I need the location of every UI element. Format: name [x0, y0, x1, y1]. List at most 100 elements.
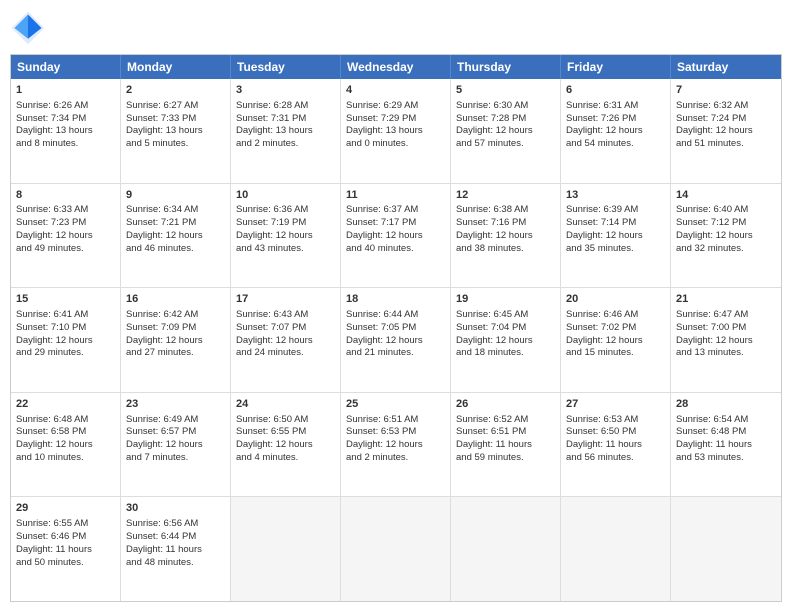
- header: [10, 10, 782, 46]
- empty-cell: [451, 497, 561, 601]
- day-number: 23: [126, 397, 225, 412]
- calendar-row-3: 22 Sunrise: 6:48 AM Sunset: 6:58 PM Dayli…: [11, 392, 781, 497]
- day-number: 20: [566, 292, 665, 307]
- day-number: 8: [16, 188, 115, 203]
- day-info: Sunrise: 6:44 AM Sunset: 7:05 PM Dayligh…: [346, 309, 445, 360]
- day-number: 9: [126, 188, 225, 203]
- day-number: 28: [676, 397, 776, 412]
- day-cell-4: 4 Sunrise: 6:29 AM Sunset: 7:29 PM Daylig…: [341, 79, 451, 183]
- day-number: 26: [456, 397, 555, 412]
- day-info: Sunrise: 6:29 AM Sunset: 7:29 PM Dayligh…: [346, 100, 445, 151]
- day-cell-13: 13Sunrise: 6:39 AM Sunset: 7:14 PM Dayli…: [561, 184, 671, 288]
- day-number: 6: [566, 83, 665, 98]
- day-info: Sunrise: 6:28 AM Sunset: 7:31 PM Dayligh…: [236, 100, 335, 151]
- calendar-row-4: 29 Sunrise: 6:55 AM Sunset: 6:46 PM Dayli…: [11, 496, 781, 601]
- day-cell-24: 24Sunrise: 6:50 AM Sunset: 6:55 PM Dayli…: [231, 393, 341, 497]
- header-day-friday: Friday: [561, 55, 671, 79]
- day-cell-18: 18 Sunrise: 6:44 AM Sunset: 7:05 PM Dayli…: [341, 288, 451, 392]
- empty-cell: [561, 497, 671, 601]
- day-cell-19: 19 Sunrise: 6:45 AM Sunset: 7:04 PM Dayli…: [451, 288, 561, 392]
- day-cell-8: 8Sunrise: 6:33 AM Sunset: 7:23 PM Daylig…: [11, 184, 121, 288]
- day-cell-26: 26 Sunrise: 6:52 AM Sunset: 6:51 PM Dayli…: [451, 393, 561, 497]
- day-cell-21: 21 Sunrise: 6:47 AM Sunset: 7:00 PM Dayli…: [671, 288, 781, 392]
- day-cell-17: 17 Sunrise: 6:43 AM Sunset: 7:07 PM Dayli…: [231, 288, 341, 392]
- day-info: Sunrise: 6:49 AM Sunset: 6:57 PM Dayligh…: [126, 414, 225, 465]
- calendar-row-1: 8Sunrise: 6:33 AM Sunset: 7:23 PM Daylig…: [11, 183, 781, 288]
- day-number: 14: [676, 188, 776, 203]
- day-info: Sunrise: 6:41 AM Sunset: 7:10 PM Dayligh…: [16, 309, 115, 360]
- day-info: Sunrise: 6:54 AM Sunset: 6:48 PM Dayligh…: [676, 414, 776, 465]
- day-cell-30: 30 Sunrise: 6:56 AM Sunset: 6:44 PM Dayli…: [121, 497, 231, 601]
- day-cell-3: 3 Sunrise: 6:28 AM Sunset: 7:31 PM Daylig…: [231, 79, 341, 183]
- day-cell-27: 27 Sunrise: 6:53 AM Sunset: 6:50 PM Dayli…: [561, 393, 671, 497]
- day-number: 30: [126, 501, 225, 516]
- day-info: Sunrise: 6:53 AM Sunset: 6:50 PM Dayligh…: [566, 414, 665, 465]
- header-day-sunday: Sunday: [11, 55, 121, 79]
- calendar-body: 1Sunrise: 6:26 AM Sunset: 7:34 PM Daylig…: [11, 79, 781, 601]
- calendar-row-2: 15Sunrise: 6:41 AM Sunset: 7:10 PM Dayli…: [11, 287, 781, 392]
- day-info: Sunrise: 6:37 AM Sunset: 7:17 PM Dayligh…: [346, 204, 445, 255]
- day-number: 21: [676, 292, 776, 307]
- header-day-saturday: Saturday: [671, 55, 781, 79]
- day-info: Sunrise: 6:33 AM Sunset: 7:23 PM Dayligh…: [16, 204, 115, 255]
- logo-icon: [10, 10, 46, 46]
- day-number: 5: [456, 83, 555, 98]
- day-info: Sunrise: 6:55 AM Sunset: 6:46 PM Dayligh…: [16, 518, 115, 569]
- empty-cell: [671, 497, 781, 601]
- day-info: Sunrise: 6:47 AM Sunset: 7:00 PM Dayligh…: [676, 309, 776, 360]
- logo: [10, 10, 50, 46]
- day-number: 22: [16, 397, 115, 412]
- day-cell-22: 22 Sunrise: 6:48 AM Sunset: 6:58 PM Dayli…: [11, 393, 121, 497]
- day-cell-12: 12Sunrise: 6:38 AM Sunset: 7:16 PM Dayli…: [451, 184, 561, 288]
- day-number: 13: [566, 188, 665, 203]
- day-number: 10: [236, 188, 335, 203]
- day-info: Sunrise: 6:36 AM Sunset: 7:19 PM Dayligh…: [236, 204, 335, 255]
- day-cell-14: 14Sunrise: 6:40 AM Sunset: 7:12 PM Dayli…: [671, 184, 781, 288]
- day-info: Sunrise: 6:38 AM Sunset: 7:16 PM Dayligh…: [456, 204, 555, 255]
- day-cell-9: 9Sunrise: 6:34 AM Sunset: 7:21 PM Daylig…: [121, 184, 231, 288]
- day-number: 29: [16, 501, 115, 516]
- day-cell-2: 2 Sunrise: 6:27 AM Sunset: 7:33 PM Daylig…: [121, 79, 231, 183]
- day-info: Sunrise: 6:50 AM Sunset: 6:55 PM Dayligh…: [236, 414, 335, 465]
- day-info: Sunrise: 6:31 AM Sunset: 7:26 PM Dayligh…: [566, 100, 665, 151]
- day-info: Sunrise: 6:43 AM Sunset: 7:07 PM Dayligh…: [236, 309, 335, 360]
- empty-cell: [231, 497, 341, 601]
- day-number: 3: [236, 83, 335, 98]
- day-number: 18: [346, 292, 445, 307]
- day-number: 12: [456, 188, 555, 203]
- day-number: 25: [346, 397, 445, 412]
- day-info: Sunrise: 6:56 AM Sunset: 6:44 PM Dayligh…: [126, 518, 225, 569]
- day-info: Sunrise: 6:52 AM Sunset: 6:51 PM Dayligh…: [456, 414, 555, 465]
- day-info: Sunrise: 6:46 AM Sunset: 7:02 PM Dayligh…: [566, 309, 665, 360]
- empty-cell: [341, 497, 451, 601]
- day-info: Sunrise: 6:26 AM Sunset: 7:34 PM Dayligh…: [16, 100, 115, 151]
- day-number: 19: [456, 292, 555, 307]
- day-info: Sunrise: 6:27 AM Sunset: 7:33 PM Dayligh…: [126, 100, 225, 151]
- day-info: Sunrise: 6:45 AM Sunset: 7:04 PM Dayligh…: [456, 309, 555, 360]
- calendar: SundayMondayTuesdayWednesdayThursdayFrid…: [10, 54, 782, 602]
- header-day-wednesday: Wednesday: [341, 55, 451, 79]
- day-cell-16: 16Sunrise: 6:42 AM Sunset: 7:09 PM Dayli…: [121, 288, 231, 392]
- day-info: Sunrise: 6:48 AM Sunset: 6:58 PM Dayligh…: [16, 414, 115, 465]
- day-cell-29: 29 Sunrise: 6:55 AM Sunset: 6:46 PM Dayli…: [11, 497, 121, 601]
- day-info: Sunrise: 6:40 AM Sunset: 7:12 PM Dayligh…: [676, 204, 776, 255]
- day-cell-1: 1Sunrise: 6:26 AM Sunset: 7:34 PM Daylig…: [11, 79, 121, 183]
- day-info: Sunrise: 6:42 AM Sunset: 7:09 PM Dayligh…: [126, 309, 225, 360]
- day-cell-5: 5 Sunrise: 6:30 AM Sunset: 7:28 PM Daylig…: [451, 79, 561, 183]
- day-cell-15: 15Sunrise: 6:41 AM Sunset: 7:10 PM Dayli…: [11, 288, 121, 392]
- header-day-monday: Monday: [121, 55, 231, 79]
- page: SundayMondayTuesdayWednesdayThursdayFrid…: [0, 0, 792, 612]
- day-number: 2: [126, 83, 225, 98]
- day-number: 17: [236, 292, 335, 307]
- calendar-header: SundayMondayTuesdayWednesdayThursdayFrid…: [11, 55, 781, 79]
- day-number: 11: [346, 188, 445, 203]
- day-cell-20: 20 Sunrise: 6:46 AM Sunset: 7:02 PM Dayli…: [561, 288, 671, 392]
- header-day-thursday: Thursday: [451, 55, 561, 79]
- day-info: Sunrise: 6:34 AM Sunset: 7:21 PM Dayligh…: [126, 204, 225, 255]
- day-cell-11: 11Sunrise: 6:37 AM Sunset: 7:17 PM Dayli…: [341, 184, 451, 288]
- day-number: 27: [566, 397, 665, 412]
- day-number: 4: [346, 83, 445, 98]
- day-info: Sunrise: 6:30 AM Sunset: 7:28 PM Dayligh…: [456, 100, 555, 151]
- calendar-row-0: 1Sunrise: 6:26 AM Sunset: 7:34 PM Daylig…: [11, 79, 781, 183]
- day-cell-6: 6 Sunrise: 6:31 AM Sunset: 7:26 PM Daylig…: [561, 79, 671, 183]
